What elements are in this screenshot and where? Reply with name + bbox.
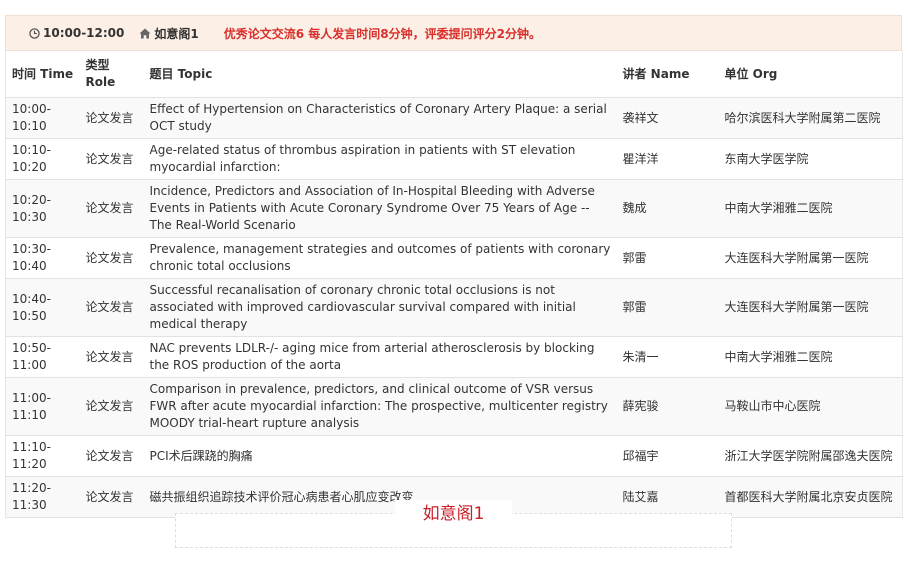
row-role: 论文发言	[79, 476, 144, 518]
row-org: 大连医科大学附属第一医院	[718, 278, 903, 337]
row-role: 论文发言	[79, 336, 144, 378]
row-role: 论文发言	[79, 435, 144, 477]
column-header-time: 时间 Time	[5, 51, 80, 98]
row-org: 马鞍山市中心医院	[718, 377, 903, 436]
row-topic: Prevalence, management strategies and ou…	[143, 237, 617, 279]
column-header-speaker: 讲者 Name	[616, 51, 719, 98]
venue-section-title: 如意阁1	[394, 500, 513, 528]
row-org: 中南大学湘雅二医院	[718, 336, 903, 378]
row-org: 大连医科大学附属第一医院	[718, 237, 903, 279]
row-topic: NAC prevents LDLR-/- aging mice from art…	[143, 336, 617, 378]
row-time: 10:10-10:20	[5, 138, 80, 180]
row-speaker: 朱清一	[616, 336, 719, 378]
row-org: 东南大学医学院	[718, 138, 903, 180]
table-row: 10:50-11:00 论文发言 NAC prevents LDLR-/- ag…	[5, 336, 903, 378]
row-role: 论文发言	[79, 179, 144, 238]
row-speaker: 邱福宇	[616, 435, 719, 477]
venue-section-heading: 如意阁1	[175, 500, 732, 548]
row-topic: Age-related status of thrombus aspiratio…	[143, 138, 617, 180]
row-role: 论文发言	[79, 377, 144, 436]
table-row: 10:20-10:30 论文发言 Incidence, Predictors a…	[5, 179, 903, 238]
row-time: 10:30-10:40	[5, 237, 80, 279]
row-org: 中南大学湘雅二医院	[718, 179, 903, 238]
row-role: 论文发言	[79, 237, 144, 279]
table-row: 10:40-10:50 论文发言 Successful recanalisati…	[5, 278, 903, 337]
row-time: 10:50-11:00	[5, 336, 80, 378]
row-topic: PCI术后踝跷的胸痛	[143, 435, 617, 477]
row-topic: 磁共振组织追踪技术评价冠心病患者心肌应变改变	[143, 476, 617, 518]
home-icon	[139, 28, 151, 39]
session-time-group: 10:00-12:00	[29, 26, 124, 40]
row-speaker: 袭祥文	[616, 97, 719, 139]
session-header: 10:00-12:00 如意阁1 优秀论文交流6 每人发言时间8分钟，评委提问评…	[5, 15, 902, 51]
row-speaker: 魏成	[616, 179, 719, 238]
table-header-row: 时间 Time 类型 Role 题目 Topic 讲者 Name 单位 Org	[5, 51, 903, 98]
row-speaker: 陆艾嘉	[616, 476, 719, 518]
row-speaker: 瞿洋洋	[616, 138, 719, 180]
row-time: 11:20-11:30	[5, 476, 80, 518]
column-header-role: 类型 Role	[79, 51, 144, 98]
table-row: 11:00-11:10 论文发言 Comparison in prevalenc…	[5, 377, 903, 436]
row-time: 11:10-11:20	[5, 435, 80, 477]
session-venue: 如意阁1	[154, 26, 199, 41]
session-time: 10:00-12:00	[43, 26, 125, 40]
session-description: 优秀论文交流6 每人发言时间8分钟，评委提问评分2分钟。	[223, 26, 541, 41]
table-row: 10:30-10:40 论文发言 Prevalence, management …	[5, 237, 903, 279]
row-speaker: 郭雷	[616, 278, 719, 337]
row-role: 论文发言	[79, 278, 144, 337]
schedule-table: 时间 Time 类型 Role 题目 Topic 讲者 Name 单位 Org …	[5, 51, 903, 518]
row-topic: Incidence, Predictors and Association of…	[143, 179, 617, 238]
table-row: 11:10-11:20 论文发言 PCI术后踝跷的胸痛 邱福宇 浙江大学医学院附…	[5, 435, 903, 477]
row-topic: Comparison in prevalence, predictors, an…	[143, 377, 617, 436]
session-venue-group: 如意阁1	[139, 25, 199, 42]
row-topic: Successful recanalisation of coronary ch…	[143, 278, 617, 337]
row-topic: Effect of Hypertension on Characteristic…	[143, 97, 617, 139]
row-time: 10:20-10:30	[5, 179, 80, 238]
row-time: 11:00-11:10	[5, 377, 80, 436]
row-speaker: 郭雷	[616, 237, 719, 279]
row-role: 论文发言	[79, 138, 144, 180]
row-role: 论文发言	[79, 97, 144, 139]
row-time: 10:00-10:10	[5, 97, 80, 139]
row-time: 10:40-10:50	[5, 278, 80, 337]
row-speaker: 薛宪骏	[616, 377, 719, 436]
row-org: 浙江大学医学院附属邵逸夫医院	[718, 435, 903, 477]
column-header-topic: 题目 Topic	[143, 51, 617, 98]
row-org: 哈尔滨医科大学附属第二医院	[718, 97, 903, 139]
column-header-org: 单位 Org	[718, 51, 903, 98]
row-org: 首都医科大学附属北京安贞医院	[718, 476, 903, 518]
table-row: 10:10-10:20 论文发言 Age-related status of t…	[5, 138, 903, 180]
clock-icon	[29, 27, 40, 39]
table-row: 10:00-10:10 论文发言 Effect of Hypertension …	[5, 97, 903, 139]
